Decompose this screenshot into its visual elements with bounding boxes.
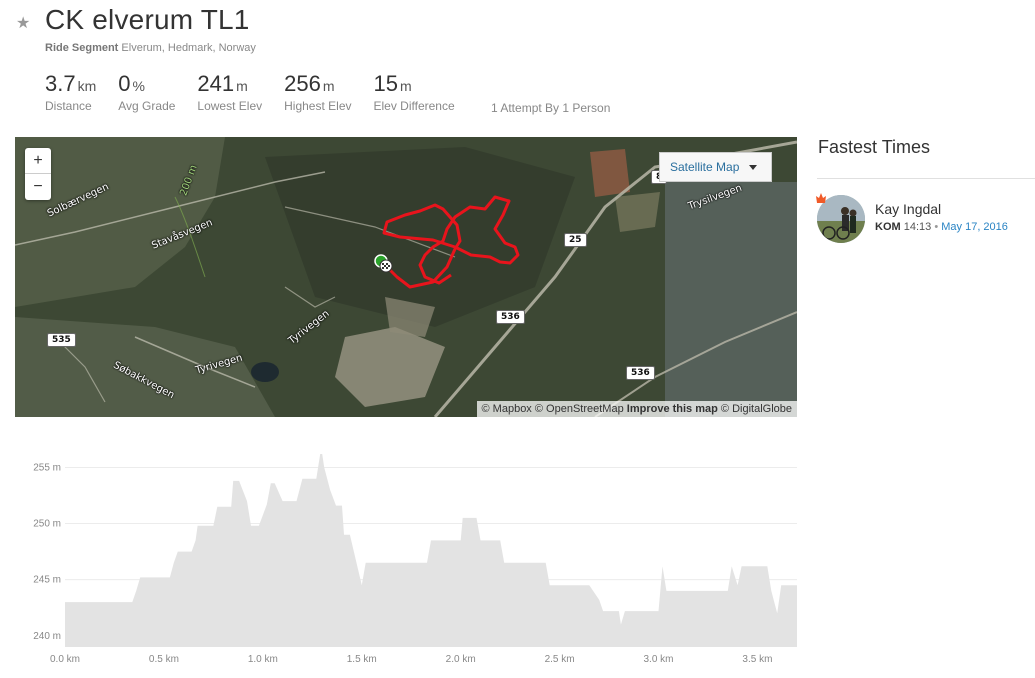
zoom-control: + −: [25, 148, 51, 200]
x-tick-label: 3.0 km: [644, 654, 674, 665]
kom-time: 14:13: [903, 221, 932, 233]
separator: •: [934, 221, 939, 233]
stat-value: 241: [197, 71, 235, 96]
improve-map-link[interactable]: Improve this map: [627, 403, 718, 415]
road-shield: 536: [626, 366, 655, 380]
stat-value: 15: [373, 71, 398, 96]
segment-map[interactable]: Solbærvegen Stavåsvegen Tyrivegen Tyrive…: [15, 137, 797, 417]
star-icon[interactable]: ★: [16, 13, 30, 33]
kom-crown-icon: [816, 193, 826, 203]
stat-unit: %: [132, 78, 145, 94]
map-type-label: Satellite Map: [670, 160, 740, 174]
x-tick-label: 2.0 km: [446, 654, 476, 665]
chevron-down-icon: [749, 165, 757, 170]
divider: [817, 178, 1035, 179]
x-tick-label: 1.0 km: [248, 654, 278, 665]
stat-highest-elev: 256 m Highest Elev: [284, 71, 352, 114]
attribution-mapbox-link[interactable]: © Mapbox: [482, 403, 532, 415]
map-attribution: © Mapbox © OpenStreetMap Improve this ma…: [476, 401, 797, 417]
stat-unit: m: [236, 78, 248, 94]
kom-result: KOM 14:13 • May 17, 2016: [875, 221, 1008, 233]
attribution-osm-link[interactable]: © OpenStreetMap: [535, 403, 624, 415]
stat-label: Avg Grade: [118, 99, 176, 113]
stat-label: Lowest Elev: [197, 99, 263, 113]
stat-elev-difference: 15 m Elev Difference: [373, 71, 455, 114]
x-tick-label: 0.5 km: [149, 654, 179, 665]
stat-value: 256: [284, 71, 321, 96]
segment-location: Elverum, Hedmark, Norway: [121, 42, 256, 54]
x-tick-label: 1.5 km: [347, 654, 377, 665]
stat-unit: m: [399, 78, 412, 94]
x-tick-label: 2.5 km: [545, 654, 575, 665]
segment-type: Ride Segment: [45, 42, 119, 54]
kom-badge: KOM: [875, 221, 901, 233]
segment-stats: 3.7 km Distance 0% Avg Grade 241 m Lowest …: [45, 71, 477, 114]
stat-label: Highest Elev: [284, 99, 352, 113]
athlete-name-link[interactable]: Kay Ingdal: [875, 201, 941, 217]
road-shield: 25: [564, 233, 587, 247]
zoom-in-button[interactable]: +: [25, 148, 51, 174]
stat-label: Distance: [45, 99, 92, 113]
y-tick-label: 240 m: [33, 631, 61, 642]
map-type-dropdown[interactable]: Satellite Map: [659, 152, 772, 182]
y-tick-label: 245 m: [33, 575, 61, 586]
y-tick-label: 255 m: [33, 462, 61, 473]
stat-label: Elev Difference: [373, 99, 455, 113]
x-tick-label: 0.0 km: [50, 654, 80, 665]
stat-lowest-elev: 241 m Lowest Elev: [197, 71, 263, 114]
stat-unit: km: [77, 78, 97, 94]
stat-value: 0: [118, 71, 131, 96]
zoom-out-button[interactable]: −: [25, 174, 51, 200]
activity-date-link[interactable]: May 17, 2016: [941, 221, 1008, 233]
attribution-dg-link[interactable]: © DigitalGlobe: [721, 403, 792, 415]
segment-subtitle: Ride Segment Elverum, Hedmark, Norway: [45, 42, 256, 54]
stat-avg-grade: 0% Avg Grade: [118, 71, 176, 114]
y-tick-label: 250 m: [33, 519, 61, 530]
elevation-profile-chart[interactable]: 240 m 245 m 250 m 255 m 0.0 km 0.5 km 1.0 km 1…: [15, 440, 805, 670]
elevation-area: [65, 454, 797, 647]
road-shield: 536: [496, 310, 525, 324]
stat-value: 3.7: [45, 71, 76, 96]
fastest-times-heading: Fastest Times: [818, 137, 931, 157]
stat-distance: 3.7 km Distance: [45, 71, 97, 114]
attempts-count: 1 Attempt By 1 Person: [491, 101, 611, 115]
page-title: CK elverum TL1: [45, 4, 250, 35]
stat-unit: m: [322, 78, 335, 94]
x-tick-label: 3.5 km: [742, 654, 772, 665]
road-shield: 535: [47, 333, 76, 347]
